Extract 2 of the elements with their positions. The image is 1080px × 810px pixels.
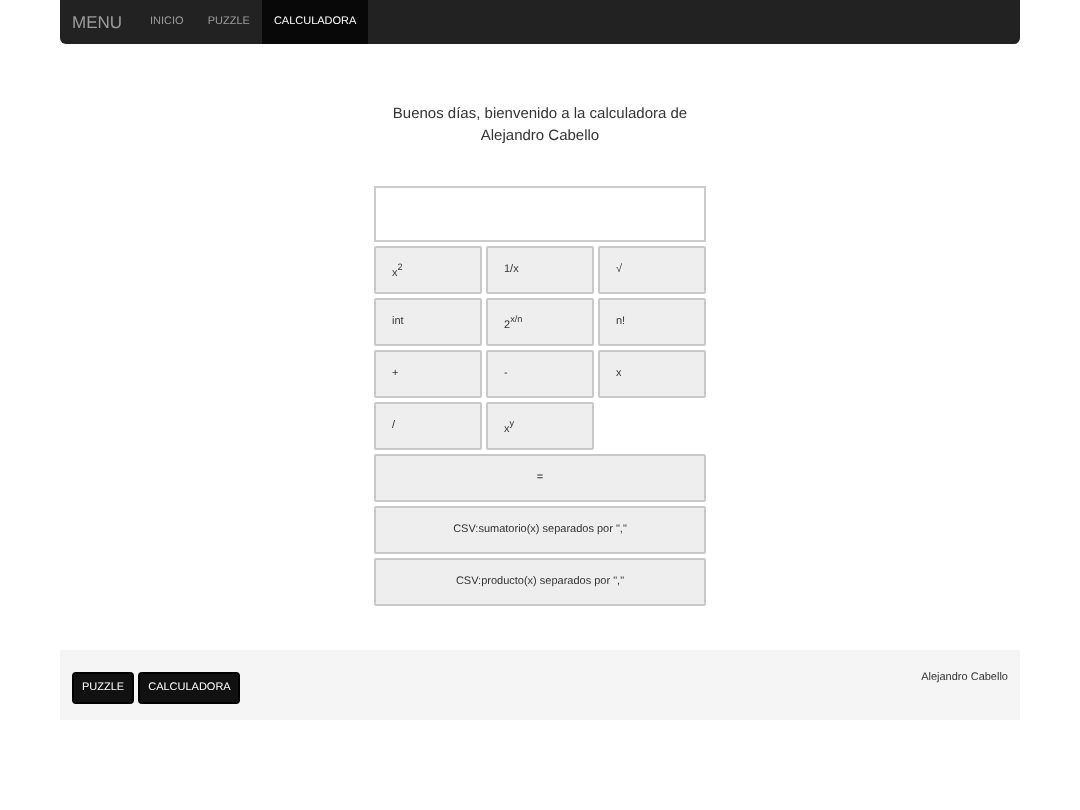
menu-brand[interactable]: MENU bbox=[72, 0, 139, 44]
display-field[interactable] bbox=[374, 186, 706, 242]
